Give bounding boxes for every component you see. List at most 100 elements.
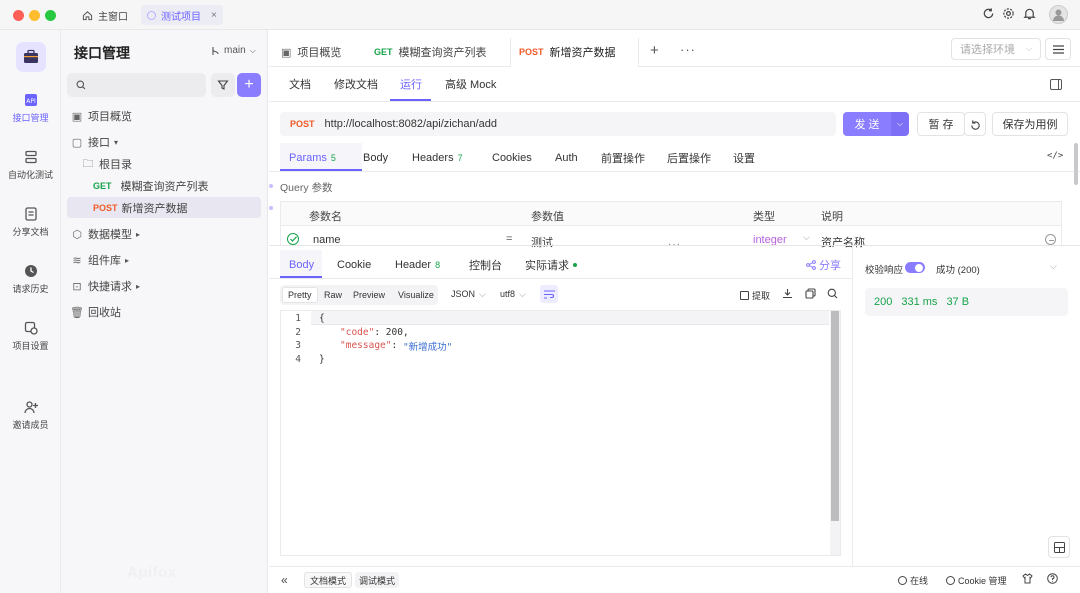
param-tab-headers[interactable]: Headers 7 [412, 149, 463, 167]
avatar[interactable] [1049, 5, 1068, 24]
share-button[interactable]: 分享 [806, 257, 841, 273]
response-body-editor[interactable]: 1 { 2 "code" : 200 , 3 "message" : "新增成功… [280, 310, 841, 556]
response-tab-body[interactable]: Body [289, 256, 314, 274]
url-bar[interactable]: POST http://localhost:8082/api/zichan/ad… [280, 112, 836, 136]
format-raw-button[interactable]: Raw [319, 287, 347, 303]
param-enabled-checkbox[interactable] [287, 233, 299, 245]
param-tab-pre-ops[interactable]: 前置操作 [601, 149, 645, 167]
drag-handle-icon[interactable]: ··· [668, 239, 681, 250]
filter-icon [217, 80, 229, 90]
shirt-icon[interactable] [1022, 573, 1033, 587]
param-tab-body[interactable]: Body [363, 149, 388, 167]
filter-button[interactable] [211, 73, 235, 97]
response-tab-cookie[interactable]: Cookie [337, 256, 371, 274]
param-tab-auth[interactable]: Auth [555, 149, 578, 167]
chevron-down-icon[interactable]: ⌵ [1050, 261, 1057, 272]
layout-toggle-button[interactable] [1048, 536, 1070, 558]
editor-scrollbar-track[interactable] [830, 311, 840, 555]
tree-item-root-folder[interactable]: 🗀 根目录 [81, 154, 133, 174]
maximize-window-button[interactable] [45, 10, 56, 21]
save-as-case-button[interactable]: 保存为用例 [992, 112, 1068, 136]
tree-item-quick-request[interactable]: ⊡ 快捷请求 ▸ [70, 276, 140, 296]
send-button[interactable]: 发 送 [843, 112, 891, 136]
rail-item-history[interactable]: 请求历史 [0, 263, 61, 295]
save-button[interactable]: 暂 存 [917, 112, 965, 136]
close-tab-icon[interactable]: × [211, 10, 217, 21]
param-desc-input[interactable]: 资产名称 [821, 234, 865, 250]
extract-button[interactable]: 提取 [740, 289, 770, 302]
more-tabs-button[interactable]: ··· [680, 42, 696, 57]
editor-scrollbar-thumb[interactable] [831, 311, 839, 521]
tree-item-data-model[interactable]: ⬡ 数据模型 ▸ [70, 224, 140, 244]
response-tab-actual-request[interactable]: 实际请求 [525, 256, 577, 274]
format-preview-button[interactable]: Preview [348, 287, 390, 303]
bell-icon[interactable] [1021, 7, 1037, 23]
method-select[interactable]: POST [290, 119, 315, 129]
scrollbar-thumb[interactable] [1074, 143, 1078, 185]
branch-selector[interactable]: main ⌵ [211, 45, 256, 56]
rail-item-settings[interactable]: 项目设置 [0, 320, 61, 352]
rail-item-invite[interactable]: 邀请成员 [0, 399, 61, 431]
wrap-lines-button[interactable] [540, 285, 558, 303]
reset-button[interactable] [964, 112, 986, 136]
tree-item-get-assets[interactable]: GET 模糊查询资产列表 [93, 176, 273, 196]
search-icon[interactable] [827, 288, 838, 302]
validate-toggle[interactable] [905, 262, 925, 273]
remove-param-icon[interactable] [1045, 234, 1056, 245]
subtab-run[interactable]: 运行 [400, 76, 422, 98]
tree-item-api-folder[interactable]: ▢ 接口 ▾ [70, 132, 118, 152]
tree-item-trash[interactable]: 🗑 回收站 [70, 302, 121, 322]
refresh-icon[interactable] [980, 7, 996, 23]
tree-item-post-add[interactable]: POST 新增资产数据 [93, 198, 273, 218]
project-logo[interactable] [16, 42, 46, 72]
tab-post-add[interactable]: POST 新增资产数据 [519, 38, 616, 66]
search-input[interactable] [67, 73, 206, 97]
encoding-select[interactable]: utf8 ⌵ [500, 289, 526, 300]
rail-item-api[interactable]: API 接口管理 [0, 92, 61, 124]
response-tab-console[interactable]: 控制台 [469, 256, 502, 274]
tab-overview[interactable]: ▣ 项目概览 [281, 38, 341, 66]
param-value-input[interactable]: 测试 [531, 234, 553, 250]
minimize-window-button[interactable] [29, 10, 40, 21]
share-doc-icon [23, 206, 39, 222]
subtab-doc[interactable]: 文档 [289, 76, 311, 98]
send-options-button[interactable]: ⌵ [891, 112, 909, 136]
window-tab-project[interactable]: 测试项目 × [141, 5, 223, 25]
debug-mode-button[interactable]: 调试模式 [355, 572, 400, 588]
format-visualize-button[interactable]: Visualize [393, 287, 439, 303]
param-tab-cookies[interactable]: Cookies [492, 149, 532, 167]
code-view-icon[interactable]: </> [1047, 151, 1063, 161]
download-icon[interactable] [782, 288, 793, 302]
response-tab-header[interactable]: Header 8 [395, 256, 440, 274]
param-tab-settings[interactable]: 设置 [733, 149, 755, 167]
cookie-manager-button[interactable]: Cookie 管理 [946, 574, 1007, 587]
doc-mode-button[interactable]: 文档模式 [304, 572, 353, 588]
copy-icon[interactable] [805, 288, 816, 302]
panel-layout-icon[interactable] [1050, 79, 1062, 90]
response-meta: 200 331 ms 37 B [865, 288, 1068, 316]
environment-menu-button[interactable] [1045, 38, 1071, 60]
new-tab-button[interactable]: + [650, 42, 659, 59]
tree-item-label: 回收站 [88, 307, 121, 319]
subtab-advanced-mock[interactable]: 高级 Mock [445, 76, 496, 98]
gear-icon[interactable] [1000, 7, 1016, 23]
window-tab-main[interactable]: 主窗口 [76, 5, 134, 25]
rail-item-automation[interactable]: 自动化测试 [0, 149, 61, 181]
param-tab-post-ops[interactable]: 后置操作 [667, 149, 711, 167]
tree-item-overview[interactable]: ▣ 项目概览 [70, 106, 132, 126]
param-tab-params[interactable]: Params 5 [289, 149, 336, 167]
help-icon[interactable] [1047, 573, 1058, 587]
tree-item-components[interactable]: ≋ 组件库 ▸ [70, 250, 129, 270]
tab-get-assets[interactable]: GET 模糊查询资产列表 [374, 38, 487, 66]
overview-icon: ▣ [71, 110, 83, 123]
url-input[interactable]: http://localhost:8082/api/zichan/add [325, 118, 497, 130]
subtab-edit-doc[interactable]: 修改文档 [334, 76, 378, 98]
collapse-sidebar-icon[interactable]: « [281, 573, 288, 587]
close-window-button[interactable] [13, 10, 24, 21]
environment-select[interactable]: 请选择环境 ⌵ [951, 38, 1041, 60]
format-pretty-button[interactable]: Pretty [282, 287, 318, 303]
add-button[interactable]: + [237, 73, 261, 97]
rail-item-share-doc[interactable]: 分享文档 [0, 206, 61, 238]
format-select[interactable]: JSON ⌵ [451, 289, 486, 300]
online-status[interactable]: 在线 [898, 574, 928, 587]
